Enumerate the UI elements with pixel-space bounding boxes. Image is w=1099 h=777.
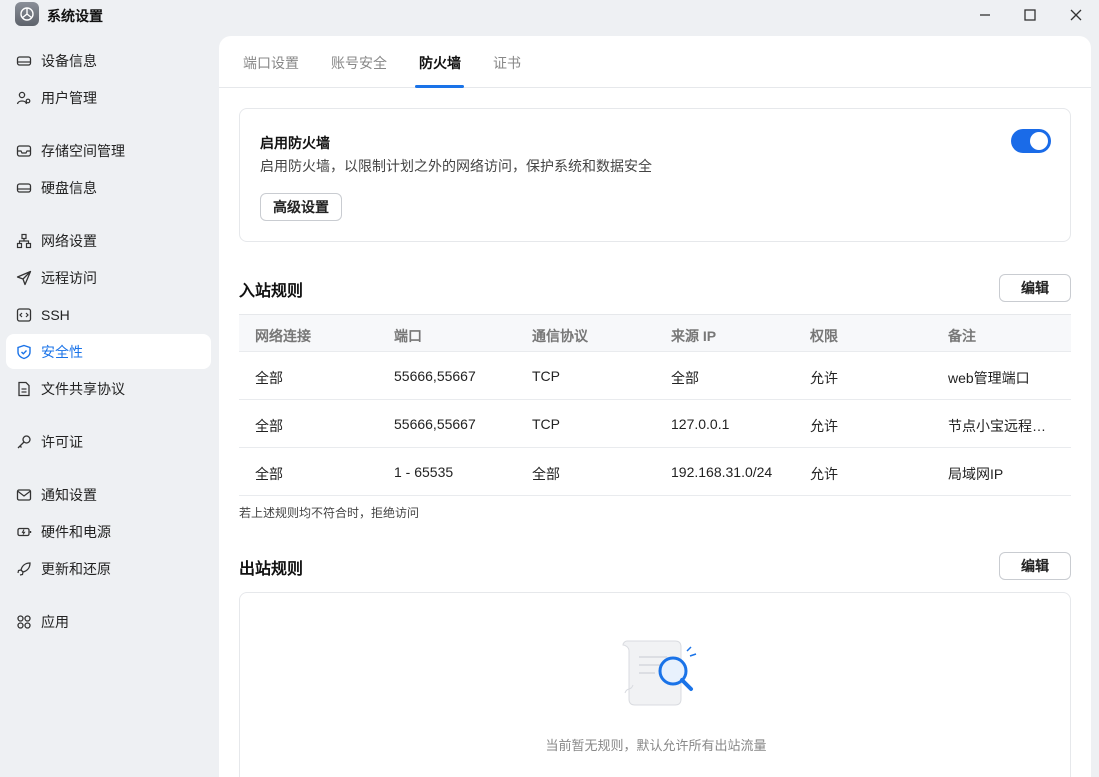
table-header: 网络连接 端口 通信协议 来源 IP 权限 备注 — [239, 314, 1071, 352]
sidebar-item-label: 设备信息 — [41, 52, 97, 69]
app-logo-icon — [15, 2, 39, 26]
column-header: 来源 IP — [671, 328, 717, 344]
table-row: 全部 55666,55667 TCP 全部 允许 web管理端口 — [239, 352, 1071, 400]
sidebar-item-ssh[interactable]: SSH — [6, 297, 211, 332]
table-cell: 127.0.0.1 — [671, 416, 730, 432]
sidebar-item-remote-access[interactable]: 远程访问 — [6, 260, 211, 295]
sidebar-item-label: 硬件和电源 — [41, 523, 111, 540]
sidebar-item-label: 许可证 — [41, 433, 83, 450]
maximize-button[interactable] — [1007, 0, 1053, 30]
table-cell: 允许 — [810, 466, 838, 482]
title-bar: 系统设置 — [0, 0, 1099, 30]
table-cell: TCP — [532, 416, 560, 432]
tab-certificate[interactable]: 证书 — [493, 53, 521, 73]
firewall-title: 启用防火墙 — [260, 135, 330, 151]
table-cell: 允许 — [810, 418, 838, 434]
sidebar-item-label: 文件共享协议 — [41, 380, 125, 397]
table-cell: web管理端口 — [948, 370, 1030, 386]
table-cell: 局域网IP — [948, 466, 1004, 482]
close-button[interactable] — [1053, 0, 1099, 30]
apps-icon — [16, 614, 32, 630]
sidebar-item-license[interactable]: 许可证 — [6, 424, 211, 459]
tab-bar: 端口设置 账号安全 防火墙 证书 — [219, 36, 1091, 88]
column-header: 通信协议 — [532, 328, 588, 344]
sidebar-item-label: 通知设置 — [41, 486, 97, 503]
sidebar-item-security[interactable]: 安全性 — [6, 334, 211, 369]
empty-search-illustration-icon — [622, 640, 697, 706]
sidebar-item-users[interactable]: 用户管理 — [6, 80, 211, 115]
table-cell: 1 - 65535 — [394, 464, 454, 480]
advanced-settings-button[interactable]: 高级设置 — [260, 193, 342, 221]
device-icon — [16, 53, 32, 69]
sidebar-item-label: 用户管理 — [41, 89, 97, 106]
window-title: 系统设置 — [47, 8, 103, 24]
table-cell: 全部 — [532, 466, 560, 482]
sidebar-item-device-info[interactable]: 设备信息 — [6, 43, 211, 78]
mail-icon — [16, 487, 32, 503]
empty-state-text: 当前暂无规则，默认允许所有出站流量 — [545, 738, 767, 753]
outbound-edit-button[interactable]: 编辑 — [999, 552, 1071, 580]
tab-firewall[interactable]: 防火墙 — [419, 53, 461, 73]
network-icon — [16, 233, 32, 249]
sidebar-item-label: 应用 — [41, 613, 69, 630]
table-cell: 55666,55667 — [394, 368, 476, 384]
send-icon — [16, 270, 32, 286]
table-cell: 192.168.31.0/24 — [671, 464, 773, 480]
column-header: 端口 — [394, 328, 422, 344]
sidebar-item-label: 更新和还原 — [41, 560, 111, 577]
users-icon — [16, 90, 32, 106]
sidebar-item-label: 硬盘信息 — [41, 179, 97, 196]
shield-icon — [16, 344, 32, 360]
sidebar-item-storage[interactable]: 存储空间管理 — [6, 133, 211, 168]
default-deny-note: 若上述规则均不符合时，拒绝访问 — [239, 506, 420, 520]
sidebar-item-notifications[interactable]: 通知设置 — [6, 477, 211, 512]
storage-icon — [16, 143, 32, 159]
outbound-empty-state: 当前暂无规则，默认允许所有出站流量 — [239, 592, 1071, 777]
sidebar-item-label: 远程访问 — [41, 269, 97, 286]
table-cell: 55666,55667 — [394, 416, 476, 432]
sidebar-item-network[interactable]: 网络设置 — [6, 223, 211, 258]
sidebar-item-update[interactable]: 更新和还原 — [6, 551, 211, 586]
sidebar-item-apps[interactable]: 应用 — [6, 604, 211, 639]
firewall-description: 启用防火墙，以限制计划之外的网络访问，保护系统和数据安全 — [260, 158, 652, 174]
toggle-knob — [1030, 132, 1048, 150]
firewall-card: 启用防火墙 启用防火墙，以限制计划之外的网络访问，保护系统和数据安全 高级设置 — [239, 108, 1071, 242]
sidebar-item-file-sharing[interactable]: 文件共享协议 — [6, 371, 211, 406]
table-cell: TCP — [532, 368, 560, 384]
sidebar-item-power[interactable]: 硬件和电源 — [6, 514, 211, 549]
sidebar-item-label: 存储空间管理 — [41, 142, 125, 159]
table-cell: 全部 — [255, 466, 283, 482]
sidebar-item-label: SSH — [41, 306, 70, 323]
tab-port-settings[interactable]: 端口设置 — [243, 53, 299, 73]
table-cell: 全部 — [255, 418, 283, 434]
active-tab-indicator — [415, 85, 464, 88]
firewall-toggle[interactable] — [1011, 129, 1051, 153]
minimize-button[interactable] — [962, 0, 1008, 30]
sidebar-item-label: 安全性 — [41, 343, 83, 360]
inbound-rules-title: 入站规则 — [239, 283, 304, 300]
code-icon — [16, 307, 32, 323]
outbound-rules-title: 出站规则 — [239, 561, 304, 578]
sidebar-item-label: 网络设置 — [41, 232, 97, 249]
sidebar-item-disk[interactable]: 硬盘信息 — [6, 170, 211, 205]
table-cell: 全部 — [671, 370, 699, 386]
table-row: 全部 1 - 65535 全部 192.168.31.0/24 允许 局域网IP — [239, 448, 1071, 496]
column-header: 备注 — [948, 328, 976, 344]
table-row: 全部 55666,55667 TCP 127.0.0.1 允许 节点小宝远程… — [239, 400, 1071, 448]
inbound-edit-button[interactable]: 编辑 — [999, 274, 1071, 302]
table-cell: 节点小宝远程… — [948, 418, 1046, 434]
tab-account-security[interactable]: 账号安全 — [331, 53, 387, 73]
main-panel: 端口设置 账号安全 防火墙 证书 启用防火墙 启用防火墙，以限制计划之外的网络访… — [219, 36, 1091, 777]
key-icon — [16, 434, 32, 450]
rocket-icon — [16, 561, 32, 577]
power-icon — [16, 524, 32, 540]
file-icon — [16, 381, 32, 397]
table-cell: 允许 — [810, 370, 838, 386]
table-cell: 全部 — [255, 370, 283, 386]
column-header: 网络连接 — [255, 328, 311, 344]
disk-icon — [16, 180, 32, 196]
column-header: 权限 — [810, 328, 838, 344]
